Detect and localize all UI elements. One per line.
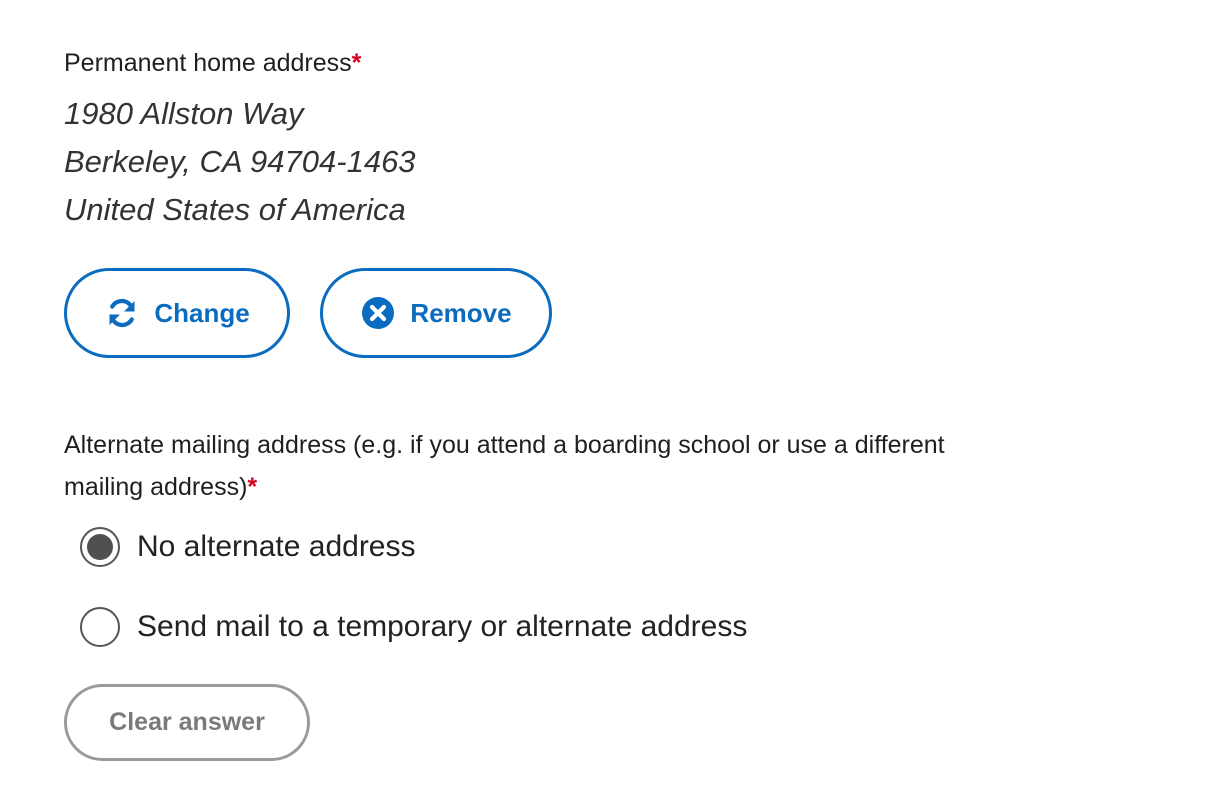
address-actions: Change Remove — [64, 268, 552, 358]
address-line-2: Berkeley, CA 94704-1463 — [64, 144, 416, 179]
address-line-1: 1980 Allston Way — [64, 96, 304, 131]
remove-button-label: Remove — [410, 297, 512, 328]
radio-label-no-alternate: No alternate address — [137, 530, 416, 563]
permanent-address-label: Permanent home address* — [64, 42, 416, 84]
address-line-3: United States of America — [64, 192, 406, 227]
permanent-address-label-text: Permanent home address — [64, 49, 352, 77]
radio-option-no-alternate[interactable]: No alternate address — [80, 524, 747, 570]
clear-answer-button[interactable]: Clear answer — [64, 684, 310, 761]
change-address-button[interactable]: Change — [64, 268, 290, 358]
permanent-address-section: Permanent home address* 1980 Allston Way… — [64, 42, 416, 234]
radio-selected-dot — [87, 534, 113, 560]
radio-button-unselected[interactable] — [80, 607, 120, 647]
remove-address-button[interactable]: Remove — [320, 268, 552, 358]
change-button-label: Change — [154, 297, 250, 328]
alternate-address-label-text: Alternate mailing address (e.g. if you a… — [64, 431, 945, 501]
radio-option-temporary-address[interactable]: Send mail to a temporary or alternate ad… — [80, 604, 747, 650]
permanent-address-value: 1980 Allston Way Berkeley, CA 94704-1463… — [64, 90, 416, 234]
alternate-address-label: Alternate mailing address (e.g. if you a… — [64, 424, 964, 508]
required-asterisk: * — [247, 473, 258, 501]
alternate-address-section: Alternate mailing address (e.g. if you a… — [64, 424, 964, 508]
radio-label-temporary-address: Send mail to a temporary or alternate ad… — [137, 610, 748, 643]
required-asterisk: * — [351, 49, 362, 77]
refresh-icon — [104, 295, 140, 331]
radio-button-selected[interactable] — [80, 527, 120, 567]
alternate-address-radio-group: No alternate address Send mail to a temp… — [80, 524, 747, 684]
close-circle-icon — [360, 295, 396, 331]
